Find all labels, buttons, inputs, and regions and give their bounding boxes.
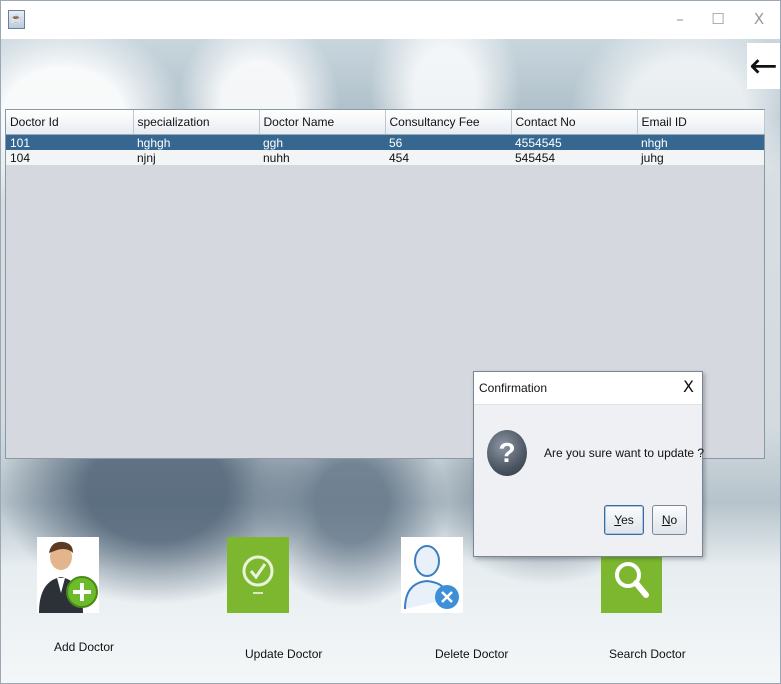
maximize-button[interactable]: ☐ [706, 9, 730, 29]
close-button[interactable]: X [747, 9, 771, 29]
table-cell[interactable]: njnj [133, 150, 259, 165]
add-doctor-label: Add Doctor [54, 640, 115, 654]
main-window: ☕ – ☐ X ← Doctor Id specialization Docto… [0, 0, 781, 684]
table-cell[interactable]: 545454 [511, 150, 637, 165]
yes-label: es [621, 513, 634, 527]
table-cell[interactable]: 56 [385, 134, 511, 150]
confirmation-dialog: Confirmation X ? Are you sure want to up… [473, 371, 705, 557]
remove-user-icon [401, 537, 463, 613]
table-header-row: Doctor Id specialization Doctor Name Con… [6, 110, 765, 135]
table-cell[interactable]: juhg [637, 150, 764, 165]
column-header-consultancy-fee[interactable]: Consultancy Fee [385, 110, 512, 135]
column-header-specialization[interactable]: specialization [133, 110, 260, 135]
table-cell[interactable]: 101 [6, 134, 133, 150]
add-doctor-button[interactable] [37, 537, 99, 613]
search-icon [601, 555, 662, 613]
table-cell[interactable]: 4554545 [511, 134, 637, 150]
dialog-close-button[interactable]: X [683, 377, 694, 396]
minimize-button[interactable]: – [668, 9, 692, 29]
column-header-doctor-name[interactable]: Doctor Name [259, 110, 386, 135]
search-doctor-label: Search Doctor [609, 647, 686, 661]
search-doctor-button[interactable] [601, 555, 662, 613]
column-header-email-id[interactable]: Email ID [637, 110, 765, 135]
no-button[interactable]: No [652, 505, 687, 535]
table-cell[interactable]: nhgh [637, 134, 764, 150]
dialog-title: Confirmation [479, 381, 548, 395]
update-check-icon [227, 537, 289, 613]
table-cell[interactable]: 104 [6, 150, 133, 165]
table-cell[interactable]: nuhh [259, 150, 385, 165]
update-doctor-label: Update Doctor [245, 647, 323, 661]
table-row[interactable]: 101 hghgh ggh 56 4554545 nhgh [6, 134, 764, 150]
add-user-icon [37, 537, 99, 613]
column-header-contact-no[interactable]: Contact No [511, 110, 638, 135]
dialog-message: Are you sure want to update ? [544, 446, 705, 460]
no-label: o [670, 513, 678, 527]
table-cell[interactable]: hghgh [133, 134, 259, 150]
delete-doctor-button[interactable] [401, 537, 463, 613]
table-row[interactable]: 104 njnj nuhh 454 545454 juhg [6, 150, 764, 165]
title-bar: ☕ – ☐ X [1, 1, 780, 39]
update-doctor-button[interactable] [227, 537, 289, 613]
table-cell[interactable]: 454 [385, 150, 511, 165]
table-cell[interactable]: ggh [259, 134, 385, 150]
column-header-doctor-id[interactable]: Doctor Id [6, 110, 134, 135]
question-icon: ? [487, 430, 527, 476]
dialog-title-bar: Confirmation X [474, 372, 702, 405]
back-arrow-icon[interactable]: ← [747, 43, 780, 89]
delete-doctor-label: Delete Doctor [435, 647, 509, 661]
java-app-icon: ☕ [8, 10, 25, 29]
yes-button[interactable]: Yes [604, 505, 644, 535]
